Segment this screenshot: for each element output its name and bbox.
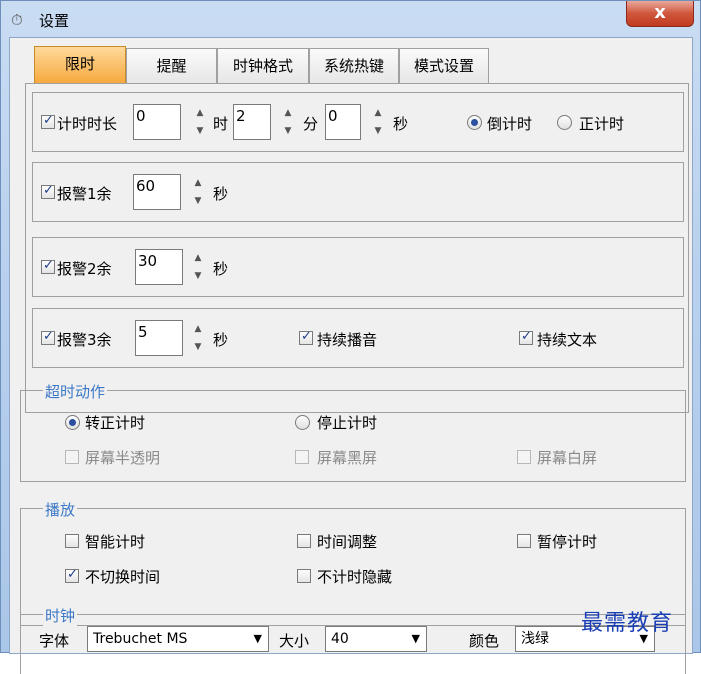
tab-time-limit[interactable]: 限时 [34, 46, 126, 84]
alarm1-label: 报警1余 [57, 185, 112, 203]
semi-transparent-checkbox[interactable] [65, 450, 79, 464]
title-bar[interactable]: ⏱ 设置 x [1, 1, 701, 37]
to-countup-radio[interactable] [65, 415, 80, 430]
timer-duration-label: 计时时长 [57, 115, 118, 133]
dialog-client: 限时 提醒 时钟格式 系统热键 模式设置 计时时长 0 ▲▼ 时 2 ▲▼ 分 … [9, 37, 693, 674]
black-screen-checkbox[interactable] [295, 450, 309, 464]
color-label: 颜色 [469, 632, 500, 650]
continuous-text-label: 持续文本 [537, 331, 598, 349]
alarm2-unit: 秒 [213, 260, 229, 278]
minutes-unit: 分 [303, 115, 319, 133]
seconds-unit: 秒 [393, 115, 409, 133]
chevron-down-icon: ▼ [253, 632, 262, 645]
time-adjust-checkbox[interactable] [297, 534, 311, 548]
continuous-sound-checkbox[interactable] [299, 329, 313, 345]
timer-duration-row: 计时时长 0 ▲▼ 时 2 ▲▼ 分 0 ▲▼ 秒 倒计时 正计时 [32, 92, 684, 152]
alarm1-row: 报警1余 60 ▲▼ 秒 [32, 162, 684, 222]
hours-unit: 时 [213, 115, 229, 133]
alarm3-label: 报警3余 [57, 331, 112, 349]
seconds-input[interactable]: 0 [325, 104, 361, 140]
chevron-down-icon: ▼ [411, 632, 420, 645]
seconds-spinner[interactable]: ▲ ▼ [371, 104, 385, 140]
timeout-action-group: 超时动作 转正计时 停止计时 屏幕半透明 屏幕黑屏 屏幕白屏 [20, 381, 686, 482]
stopwatch-icon: ⏱ [11, 11, 23, 29]
hours-input[interactable]: 0 [133, 104, 181, 140]
hide-when-idle-checkbox[interactable] [297, 569, 311, 583]
black-screen-label: 屏幕黑屏 [317, 449, 378, 467]
hours-spinner[interactable]: ▲ ▼ [193, 104, 207, 140]
alarm3-unit: 秒 [213, 331, 229, 349]
size-select-value: 40 [331, 631, 349, 647]
to-countup-label: 转正计时 [85, 414, 146, 432]
tab-mode-settings[interactable]: 模式设置 [399, 48, 489, 84]
countup-radio[interactable] [557, 115, 572, 130]
tab-system-hotkey[interactable]: 系统热键 [309, 48, 399, 84]
smart-timing-checkbox[interactable] [65, 534, 79, 548]
minutes-input[interactable]: 2 [233, 104, 271, 140]
close-button[interactable]: x [626, 1, 694, 27]
clock-title: 时钟 [43, 605, 78, 626]
alarm3-spinner[interactable]: ▲ ▼ [191, 320, 205, 356]
smart-timing-label: 智能计时 [85, 533, 146, 551]
playback-title: 播放 [43, 499, 78, 520]
font-select-value: Trebuchet MS [93, 631, 188, 647]
pause-timing-label: 暂停计时 [537, 533, 598, 551]
countup-label: 正计时 [579, 115, 625, 133]
color-select-value: 浅绿 [521, 631, 549, 647]
size-label: 大小 [279, 632, 310, 650]
countdown-radio[interactable] [467, 115, 482, 130]
alarm1-unit: 秒 [213, 185, 229, 203]
alarm1-spinner[interactable]: ▲ ▼ [191, 174, 205, 210]
tab-panel: 计时时长 0 ▲▼ 时 2 ▲▼ 分 0 ▲▼ 秒 倒计时 正计时 报警1余 6… [25, 83, 689, 413]
font-label: 字体 [39, 632, 70, 650]
continuous-sound-label: 持续播音 [317, 331, 378, 349]
alarm2-row: 报警2余 30 ▲▼ 秒 [32, 237, 684, 297]
size-select[interactable]: 40 ▼ [325, 626, 427, 652]
watermark-text: 最需教育 [581, 611, 674, 636]
stop-timing-label: 停止计时 [317, 414, 378, 432]
timeout-action-title: 超时动作 [43, 381, 108, 402]
tab-reminder[interactable]: 提醒 [126, 48, 217, 84]
time-adjust-label: 时间调整 [317, 533, 378, 551]
stop-timing-radio[interactable] [295, 415, 310, 430]
window-title: 设置 [39, 12, 70, 30]
pause-timing-checkbox[interactable] [517, 534, 531, 548]
continuous-text-checkbox[interactable] [519, 329, 533, 345]
alarm3-row: 报警3余 5 ▲▼ 秒 持续播音 持续文本 [32, 308, 684, 368]
alarm2-input[interactable]: 30 [135, 249, 183, 285]
countdown-label: 倒计时 [487, 115, 533, 133]
timer-duration-checkbox[interactable] [41, 113, 55, 129]
no-switch-time-label: 不切换时间 [85, 568, 161, 586]
alarm1-checkbox[interactable] [41, 183, 55, 199]
white-screen-checkbox[interactable] [517, 450, 531, 464]
alarm2-label: 报警2余 [57, 260, 112, 278]
semi-transparent-label: 屏幕半透明 [85, 449, 161, 467]
tab-clock-format[interactable]: 时钟格式 [217, 48, 309, 84]
minutes-spinner[interactable]: ▲ ▼ [281, 104, 295, 140]
white-screen-label: 屏幕白屏 [537, 449, 598, 467]
alarm1-input[interactable]: 60 [133, 174, 181, 210]
alarm3-checkbox[interactable] [41, 329, 55, 345]
hide-when-idle-label: 不计时隐藏 [317, 568, 393, 586]
no-switch-time-checkbox[interactable] [65, 567, 79, 583]
alarm2-checkbox[interactable] [41, 258, 55, 274]
font-select[interactable]: Trebuchet MS ▼ [87, 626, 269, 652]
alarm3-input[interactable]: 5 [135, 320, 183, 356]
alarm2-spinner[interactable]: ▲ ▼ [191, 249, 205, 285]
settings-window: ⏱ 设置 x 限时 提醒 时钟格式 系统热键 模式设置 计时时长 0 ▲▼ 时 … [0, 0, 701, 674]
